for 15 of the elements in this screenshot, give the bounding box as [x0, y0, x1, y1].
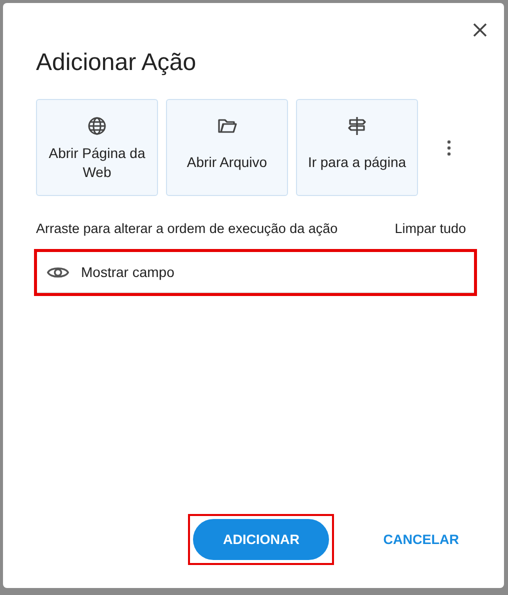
clear-all-link[interactable]: Limpar tudo	[394, 221, 466, 236]
folder-icon	[217, 116, 237, 136]
signpost-icon	[347, 116, 367, 136]
action-item[interactable]: Mostrar campo	[34, 249, 477, 296]
globe-icon	[87, 116, 107, 136]
more-options-icon[interactable]	[447, 140, 451, 156]
hint-text: Arraste para alterar a ordem de execução da ação	[36, 221, 338, 236]
add-button[interactable]: ADICIONAR	[193, 519, 330, 560]
eye-icon	[47, 264, 69, 280]
action-type-card[interactable]: Ir para a página	[296, 99, 418, 196]
close-icon[interactable]	[473, 23, 487, 37]
action-type-card[interactable]: Abrir Página da Web	[36, 99, 158, 196]
dialog-title: Adicionar Ação	[36, 49, 198, 77]
cancel-button[interactable]: CANCELAR	[379, 524, 463, 555]
action-type-card[interactable]: Abrir Arquivo	[166, 99, 288, 196]
